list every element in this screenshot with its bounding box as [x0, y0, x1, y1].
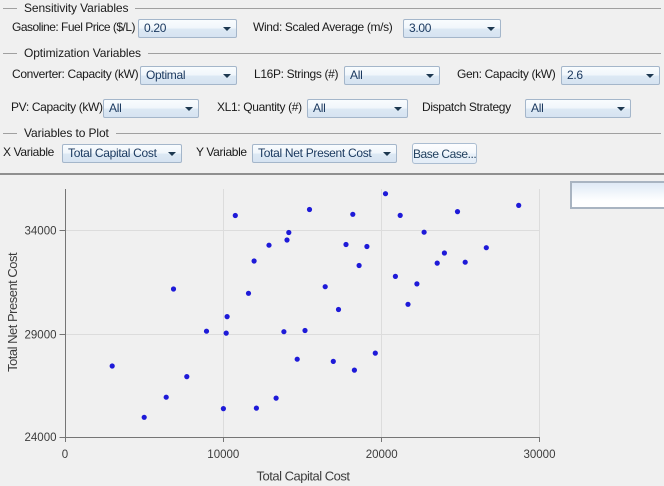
- svg-text:Total Net Present Cost: Total Net Present Cost: [5, 252, 20, 372]
- svg-text:20000: 20000: [366, 449, 398, 461]
- svg-text:34000: 34000: [25, 226, 57, 238]
- svg-text:30000: 30000: [524, 449, 556, 461]
- svg-text:29000: 29000: [25, 330, 57, 342]
- svg-text:0: 0: [62, 449, 68, 461]
- svg-text:Total Capital Cost: Total Capital Cost: [257, 468, 351, 483]
- svg-text:24000: 24000: [25, 432, 57, 444]
- svg-text:10000: 10000: [207, 449, 239, 461]
